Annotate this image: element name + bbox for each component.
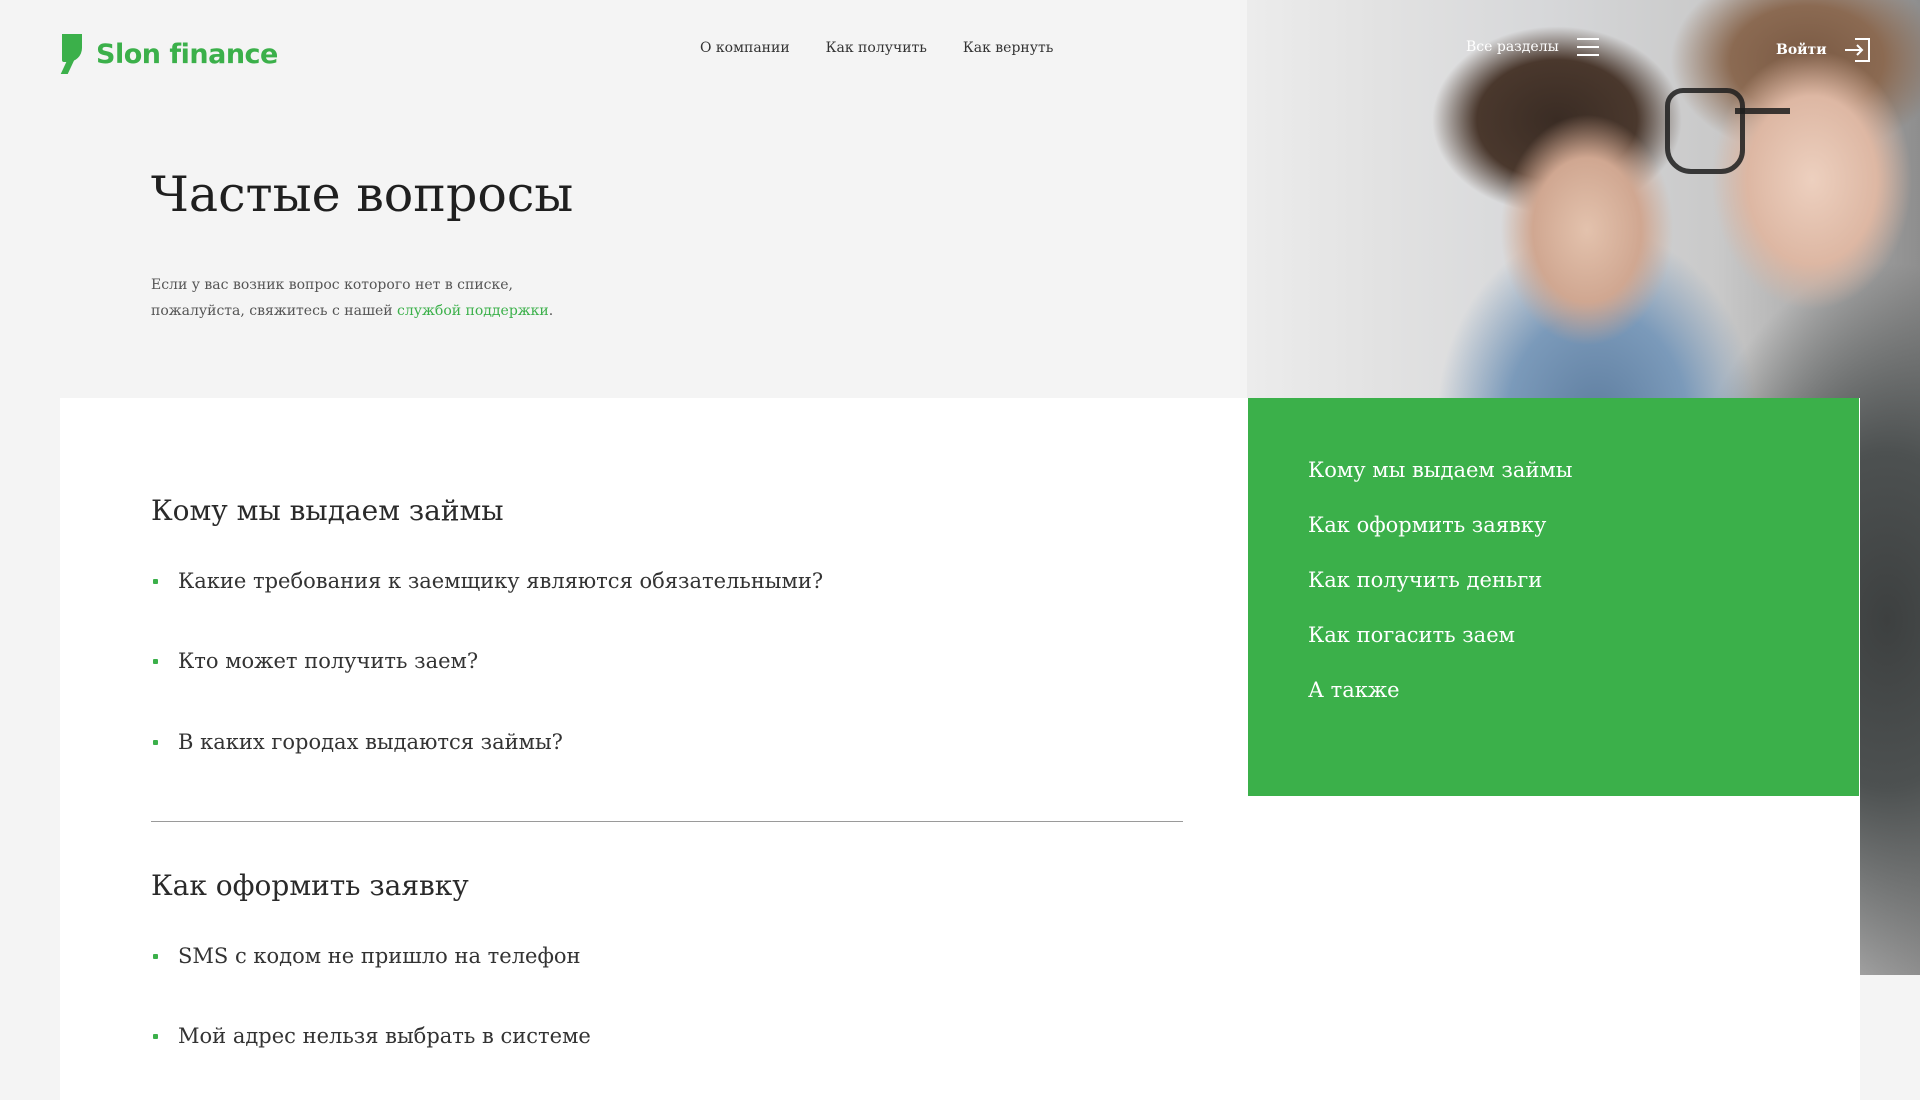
section-divider [151, 821, 1183, 822]
page-title: Частые вопросы [151, 166, 574, 223]
all-sections-button[interactable]: Все разделы [1466, 38, 1599, 56]
faq-section-title: Как оформить заявку [151, 869, 469, 902]
nav-link-about[interactable]: О компании [700, 40, 790, 56]
side-nav-item-who[interactable]: Кому мы выдаем займы [1308, 458, 1859, 513]
nav-link-how-to-return[interactable]: Как вернуть [963, 40, 1053, 56]
faq-question[interactable]: Какие требования к заемщику являются обя… [151, 569, 823, 593]
side-nav-item-also[interactable]: А также [1308, 678, 1859, 733]
bullet-icon [153, 578, 158, 584]
intro-end: . [548, 303, 554, 319]
faq-question-text: Кто может получить заем? [178, 649, 479, 673]
faq-question-text: Мой адрес нельзя выбрать в системе [178, 1024, 591, 1048]
side-nav-item-apply[interactable]: Как оформить заявку [1308, 513, 1859, 568]
nav-link-how-to-get[interactable]: Как получить [826, 40, 927, 56]
faq-section-who: Кому мы выдаем займы Какие требования к … [151, 494, 1183, 764]
logo[interactable]: Slon finance [60, 34, 278, 74]
menu-icon [1576, 38, 1599, 56]
photo-glasses-bridge [1735, 108, 1790, 114]
intro-text: Если у вас возник вопрос которого нет в … [151, 272, 571, 324]
bullet-icon [153, 658, 158, 664]
side-nav-item-get-money[interactable]: Как получить деньги [1308, 568, 1859, 623]
bullet-icon [153, 953, 158, 959]
login-button[interactable]: Войти [1776, 37, 1871, 63]
faq-question[interactable]: В каких городах выдаются займы? [151, 730, 563, 754]
bullet-icon [153, 1033, 158, 1039]
logo-text: Slon finance [96, 38, 278, 70]
side-nav-item-repay[interactable]: Как погасить заем [1308, 623, 1859, 678]
logo-icon [60, 34, 84, 74]
intro-line-1: Если у вас возник вопрос которого нет в … [151, 277, 514, 293]
faq-question-text: SMS с кодом не пришло на телефон [178, 944, 581, 968]
faq-question[interactable]: Кто может получить заем? [151, 649, 478, 673]
top-nav: О компании Как получить Как вернуть [700, 40, 1053, 56]
faq-question-text: В каких городах выдаются займы? [178, 730, 563, 754]
login-label: Войти [1776, 42, 1827, 58]
photo-glasses-detail [1665, 88, 1745, 174]
intro-line-2: пожалуйста, свяжитесь с нашей [151, 303, 393, 319]
faq-question[interactable]: Мой адрес нельзя выбрать в системе [151, 1024, 591, 1048]
faq-question[interactable]: SMS с кодом не пришло на телефон [151, 944, 581, 968]
login-icon [1844, 38, 1870, 62]
page: Slon finance О компании Как получить Как… [0, 0, 1920, 1100]
faq-question-text: Какие требования к заемщику являются обя… [178, 569, 824, 593]
bullet-icon [153, 739, 158, 745]
faq-side-nav: Кому мы выдаем займы Как оформить заявку… [1248, 398, 1859, 796]
faq-section-title: Кому мы выдаем займы [151, 494, 504, 527]
faq-section-apply: Как оформить заявку SMS с кодом не пришл… [151, 869, 1183, 1069]
all-sections-label: Все разделы [1466, 39, 1559, 55]
support-link[interactable]: службой поддержки [397, 303, 549, 319]
